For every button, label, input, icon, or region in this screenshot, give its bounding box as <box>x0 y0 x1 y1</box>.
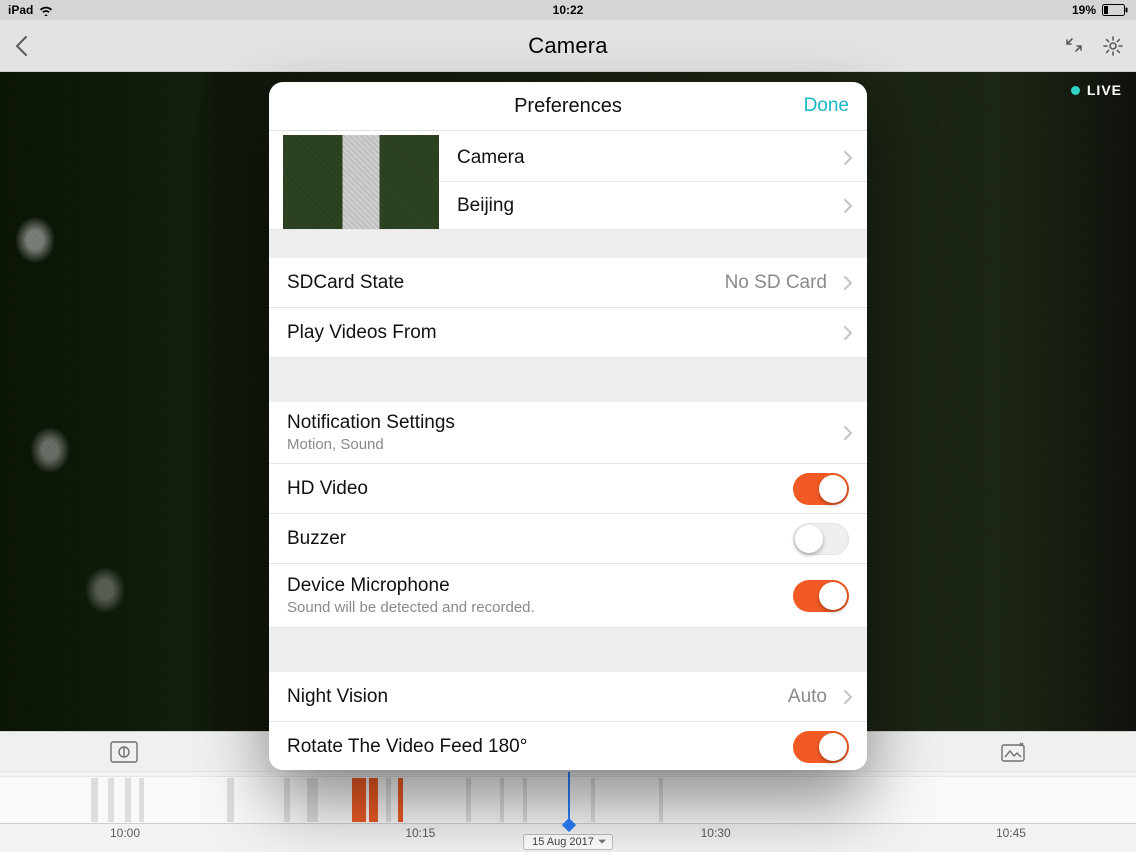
date-picker[interactable]: 15 Aug 2017 <box>523 834 613 850</box>
camera-header: Camera Beijing <box>269 131 867 230</box>
night-vision-value: Auto <box>788 686 849 708</box>
page-title: Camera <box>528 33 607 59</box>
hd-video-toggle[interactable] <box>793 473 849 505</box>
row-play-videos-from[interactable]: Play Videos From <box>269 308 867 358</box>
chevron-right-icon <box>843 689 853 705</box>
camera-name-label: Camera <box>457 147 525 169</box>
timeline-cursor[interactable] <box>568 772 570 824</box>
night-vision-label: Night Vision <box>287 686 388 708</box>
timeline-event[interactable] <box>307 778 318 822</box>
rotate-toggle[interactable] <box>793 731 849 763</box>
mic-toggle[interactable] <box>793 580 849 612</box>
timeline[interactable]: 10:00 10:15 10:30 10:45 15 Aug 2017 <box>0 772 1136 852</box>
sdcard-label: SDCard State <box>287 272 404 294</box>
timeline-event[interactable] <box>139 778 145 822</box>
battery-icon <box>1102 4 1128 16</box>
back-button[interactable] <box>14 34 30 58</box>
buzzer-label: Buzzer <box>287 528 346 550</box>
timeline-tick: 10:00 <box>110 826 140 842</box>
row-sdcard[interactable]: SDCard State No SD Card <box>269 258 867 308</box>
status-bar: iPad 10:22 19% <box>0 0 1136 20</box>
battery-pct: 19% <box>1072 3 1096 17</box>
collapse-icon[interactable] <box>1064 35 1084 57</box>
hd-video-label: HD Video <box>287 478 368 500</box>
timeline-tick: 10:45 <box>996 826 1026 842</box>
notifications-sub: Motion, Sound <box>287 436 384 453</box>
timeline-event[interactable] <box>125 778 131 822</box>
date-label: 15 Aug 2017 <box>532 836 594 848</box>
timeline-tick: 10:30 <box>701 826 731 842</box>
row-camera-location[interactable]: Beijing <box>439 182 867 229</box>
timeline-event[interactable] <box>352 778 366 822</box>
play-from-label: Play Videos From <box>287 322 437 344</box>
timeline-event[interactable] <box>108 778 114 822</box>
settings-icon[interactable] <box>1102 35 1124 57</box>
chevron-right-icon <box>843 198 853 214</box>
timeline-event[interactable] <box>398 778 404 822</box>
timeline-event[interactable] <box>284 778 290 822</box>
timeline-event[interactable] <box>227 778 234 822</box>
timeline-event[interactable] <box>591 778 596 822</box>
chevron-right-icon <box>843 325 853 341</box>
wifi-icon <box>39 5 53 16</box>
timeline-tick: 10:15 <box>405 826 435 842</box>
buzzer-toggle[interactable] <box>793 523 849 555</box>
row-camera-name[interactable]: Camera <box>439 135 867 182</box>
timeline-event[interactable] <box>523 778 528 822</box>
notifications-label: Notification Settings <box>287 412 455 434</box>
row-rotate-video: Rotate The Video Feed 180° <box>269 722 867 770</box>
row-hd-video: HD Video <box>269 464 867 514</box>
row-device-microphone: Device Microphone Sound will be detected… <box>269 564 867 628</box>
chevron-right-icon <box>843 425 853 441</box>
chevron-right-icon <box>843 150 853 166</box>
timeline-event[interactable] <box>91 778 98 822</box>
row-buzzer: Buzzer <box>269 514 867 564</box>
clock: 10:22 <box>553 3 584 17</box>
record-icon[interactable] <box>110 741 138 763</box>
live-dot-icon <box>1071 86 1080 95</box>
timeline-event[interactable] <box>659 778 664 822</box>
timeline-event[interactable] <box>386 778 391 822</box>
timeline-event[interactable] <box>369 778 378 822</box>
timeline-event[interactable] <box>466 778 472 822</box>
chevron-right-icon <box>843 275 853 291</box>
rotate-label: Rotate The Video Feed 180° <box>287 736 527 758</box>
row-night-vision[interactable]: Night Vision Auto <box>269 672 867 722</box>
device-label: iPad <box>8 3 33 17</box>
timeline-event[interactable] <box>500 778 505 822</box>
live-badge: LIVE <box>1071 82 1122 98</box>
camera-thumbnail <box>283 135 439 229</box>
mic-sub: Sound will be detected and recorded. <box>287 599 535 616</box>
snapshot-icon[interactable] <box>1000 741 1026 763</box>
modal-title: Preferences <box>514 95 622 118</box>
camera-location-label: Beijing <box>457 195 514 217</box>
done-button[interactable]: Done <box>804 95 849 117</box>
preferences-modal: Preferences Done Camera Beijing SDCard S… <box>269 82 867 770</box>
live-label: LIVE <box>1087 82 1122 98</box>
mic-label: Device Microphone <box>287 575 450 597</box>
sdcard-value: No SD Card <box>725 272 849 294</box>
nav-bar: Camera <box>0 20 1136 72</box>
row-notifications[interactable]: Notification Settings Motion, Sound <box>269 402 867 464</box>
